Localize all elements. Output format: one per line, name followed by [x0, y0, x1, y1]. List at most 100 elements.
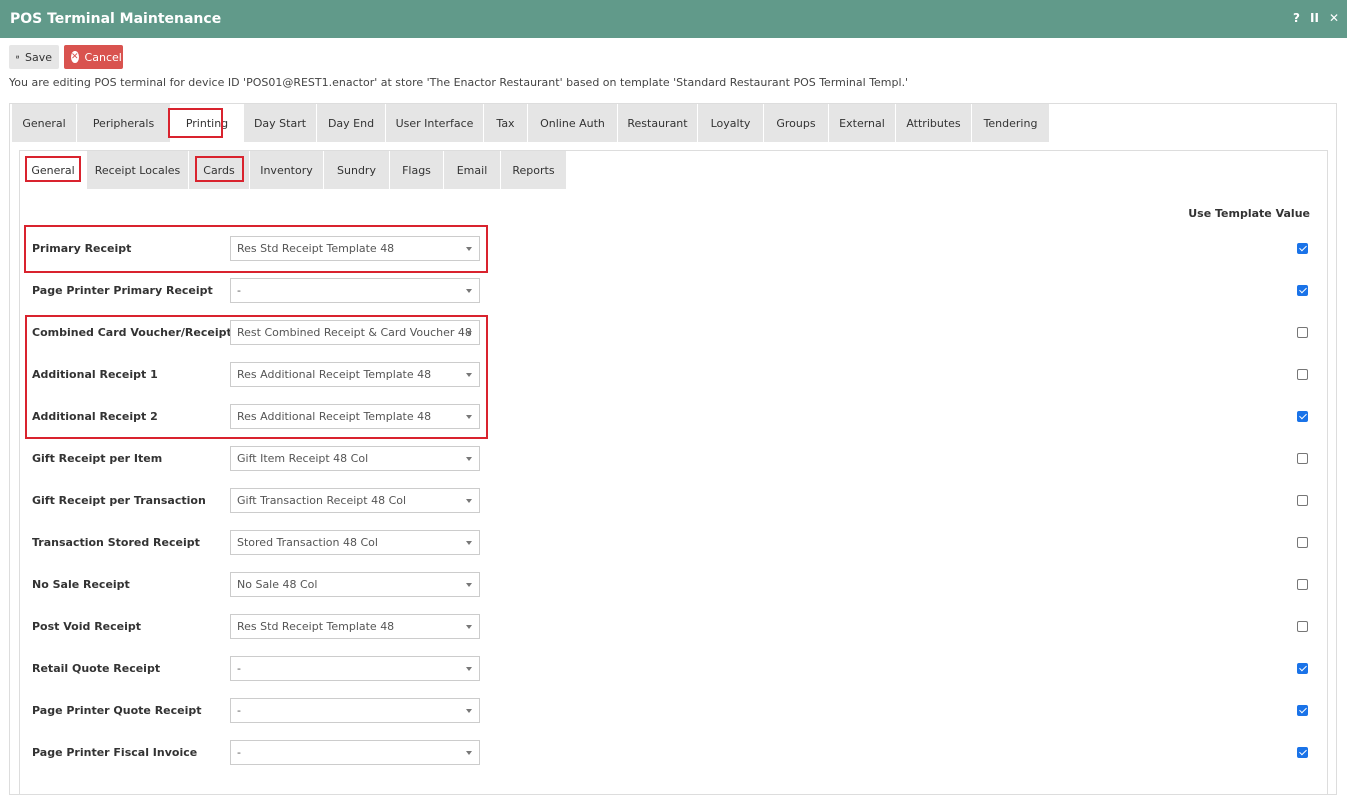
field-row-page-printer-quote-receipt: Page Printer Quote Receipt - [32, 698, 1322, 724]
field-row-no-sale-receipt: No Sale Receipt No Sale 48 Col [32, 572, 1322, 598]
field-label: Page Printer Primary Receipt [32, 284, 213, 297]
use-template-checkbox[interactable] [1297, 705, 1308, 716]
tab-user-interface[interactable]: User Interface [386, 104, 484, 142]
field-label: No Sale Receipt [32, 578, 130, 591]
editing-info-text: You are editing POS terminal for device … [9, 76, 909, 89]
dropdown-caret-icon [466, 625, 472, 629]
use-template-checkbox[interactable] [1297, 453, 1308, 464]
pause-icon[interactable]: II [1310, 11, 1319, 25]
tab-online-auth[interactable]: Online Auth [528, 104, 618, 142]
tab-day-start[interactable]: Day Start [244, 104, 317, 142]
tab-attributes[interactable]: Attributes [896, 104, 972, 142]
tab-printing[interactable]: Printing [171, 104, 244, 142]
field-label: Primary Receipt [32, 242, 132, 255]
dropdown-caret-icon [466, 331, 472, 335]
use-template-checkbox[interactable] [1297, 285, 1308, 296]
field-row-combined-card-voucher: Combined Card Voucher/Receipt Rest Combi… [32, 320, 1322, 346]
dropdown-caret-icon [466, 751, 472, 755]
field-row-gift-receipt-per-item: Gift Receipt per Item Gift Item Receipt … [32, 446, 1322, 472]
use-template-checkbox[interactable] [1297, 747, 1308, 758]
gift-receipt-per-item-select[interactable]: Gift Item Receipt 48 Col [230, 446, 480, 471]
use-template-checkbox[interactable] [1297, 537, 1308, 548]
field-label: Page Printer Fiscal Invoice [32, 746, 198, 759]
tab-tendering[interactable]: Tendering [972, 104, 1050, 142]
field-row-primary-receipt: Primary Receipt Res Std Receipt Template… [32, 236, 1322, 262]
window-title: POS Terminal Maintenance [10, 11, 222, 27]
subtab-flags[interactable]: Flags [390, 151, 444, 189]
field-row-page-printer-fiscal-invoice: Page Printer Fiscal Invoice - [32, 740, 1322, 766]
save-label: Save [24, 50, 52, 64]
cancel-button[interactable]: ✕ Cancel [64, 45, 123, 69]
subtab-cards[interactable]: Cards [189, 151, 250, 189]
no-sale-receipt-select[interactable]: No Sale 48 Col [230, 572, 480, 597]
tab-general[interactable]: General [12, 104, 77, 142]
dropdown-caret-icon [466, 541, 472, 545]
tab-loyalty[interactable]: Loyalty [698, 104, 764, 142]
page-printer-fiscal-invoice-select[interactable]: - [230, 740, 480, 765]
dropdown-caret-icon [466, 247, 472, 251]
use-template-checkbox[interactable] [1297, 621, 1308, 632]
page-printer-quote-receipt-select[interactable]: - [230, 698, 480, 723]
field-label: Retail Quote Receipt [32, 662, 161, 675]
floppy-disk-icon [16, 55, 19, 59]
main-tab-bar: General Peripherals Printing Day Start D… [12, 104, 1050, 142]
additional-receipt-2-select[interactable]: Res Additional Receipt Template 48 [230, 404, 480, 429]
tab-tax[interactable]: Tax [484, 104, 528, 142]
title-bar: POS Terminal Maintenance ? II ✕ [0, 0, 1347, 38]
field-row-page-printer-primary-receipt: Page Printer Primary Receipt - [32, 278, 1322, 304]
field-label: Transaction Stored Receipt [32, 536, 200, 549]
dropdown-caret-icon [466, 709, 472, 713]
sub-tab-bar: General Receipt Locales Cards Inventory … [20, 151, 567, 189]
post-void-receipt-select[interactable]: Res Std Receipt Template 48 [230, 614, 480, 639]
transaction-stored-receipt-select[interactable]: Stored Transaction 48 Col [230, 530, 480, 555]
field-row-post-void-receipt: Post Void Receipt Res Std Receipt Templa… [32, 614, 1322, 640]
cancel-circle-icon: ✕ [71, 51, 79, 63]
use-template-checkbox[interactable] [1297, 327, 1308, 338]
retail-quote-receipt-select[interactable]: - [230, 656, 480, 681]
window-controls: ? II ✕ [1293, 11, 1339, 25]
save-button[interactable]: Save [9, 45, 59, 69]
subtab-sundry[interactable]: Sundry [324, 151, 390, 189]
field-label: Gift Receipt per Transaction [32, 494, 206, 507]
use-template-checkbox[interactable] [1297, 369, 1308, 380]
use-template-checkbox[interactable] [1297, 411, 1308, 422]
subtab-inventory[interactable]: Inventory [250, 151, 324, 189]
dropdown-caret-icon [466, 667, 472, 671]
dropdown-caret-icon [466, 457, 472, 461]
use-template-checkbox[interactable] [1297, 243, 1308, 254]
gift-receipt-per-transaction-select[interactable]: Gift Transaction Receipt 48 Col [230, 488, 480, 513]
use-template-checkbox[interactable] [1297, 495, 1308, 506]
tab-peripherals[interactable]: Peripherals [77, 104, 171, 142]
field-label: Additional Receipt 1 [32, 368, 158, 381]
cancel-label: Cancel [84, 50, 122, 64]
field-label: Combined Card Voucher/Receipt [32, 326, 232, 339]
field-row-gift-receipt-per-transaction: Gift Receipt per Transaction Gift Transa… [32, 488, 1322, 514]
page-printer-primary-receipt-select[interactable]: - [230, 278, 480, 303]
field-label: Page Printer Quote Receipt [32, 704, 202, 717]
close-icon[interactable]: ✕ [1329, 11, 1339, 25]
dropdown-caret-icon [466, 289, 472, 293]
additional-receipt-1-select[interactable]: Res Additional Receipt Template 48 [230, 362, 480, 387]
primary-receipt-select[interactable]: Res Std Receipt Template 48 [230, 236, 480, 261]
dropdown-caret-icon [466, 373, 472, 377]
help-icon[interactable]: ? [1293, 11, 1300, 25]
field-label: Post Void Receipt [32, 620, 142, 633]
subtab-reports[interactable]: Reports [501, 151, 567, 189]
dropdown-caret-icon [466, 415, 472, 419]
subtab-receipt-locales[interactable]: Receipt Locales [87, 151, 189, 189]
use-template-checkbox[interactable] [1297, 663, 1308, 674]
tab-groups[interactable]: Groups [764, 104, 829, 142]
combined-card-voucher-select[interactable]: Rest Combined Receipt & Card Voucher 48 [230, 320, 480, 345]
subtab-general[interactable]: General [20, 151, 87, 189]
subtab-email[interactable]: Email [444, 151, 501, 189]
tab-restaurant[interactable]: Restaurant [618, 104, 698, 142]
tab-external[interactable]: External [829, 104, 896, 142]
field-label: Additional Receipt 2 [32, 410, 158, 423]
field-row-additional-receipt-2: Additional Receipt 2 Res Additional Rece… [32, 404, 1322, 430]
field-row-retail-quote-receipt: Retail Quote Receipt - [32, 656, 1322, 682]
field-row-transaction-stored-receipt: Transaction Stored Receipt Stored Transa… [32, 530, 1322, 556]
dropdown-caret-icon [466, 499, 472, 503]
use-template-value-header: Use Template Value [1188, 207, 1310, 220]
tab-day-end[interactable]: Day End [317, 104, 386, 142]
use-template-checkbox[interactable] [1297, 579, 1308, 590]
